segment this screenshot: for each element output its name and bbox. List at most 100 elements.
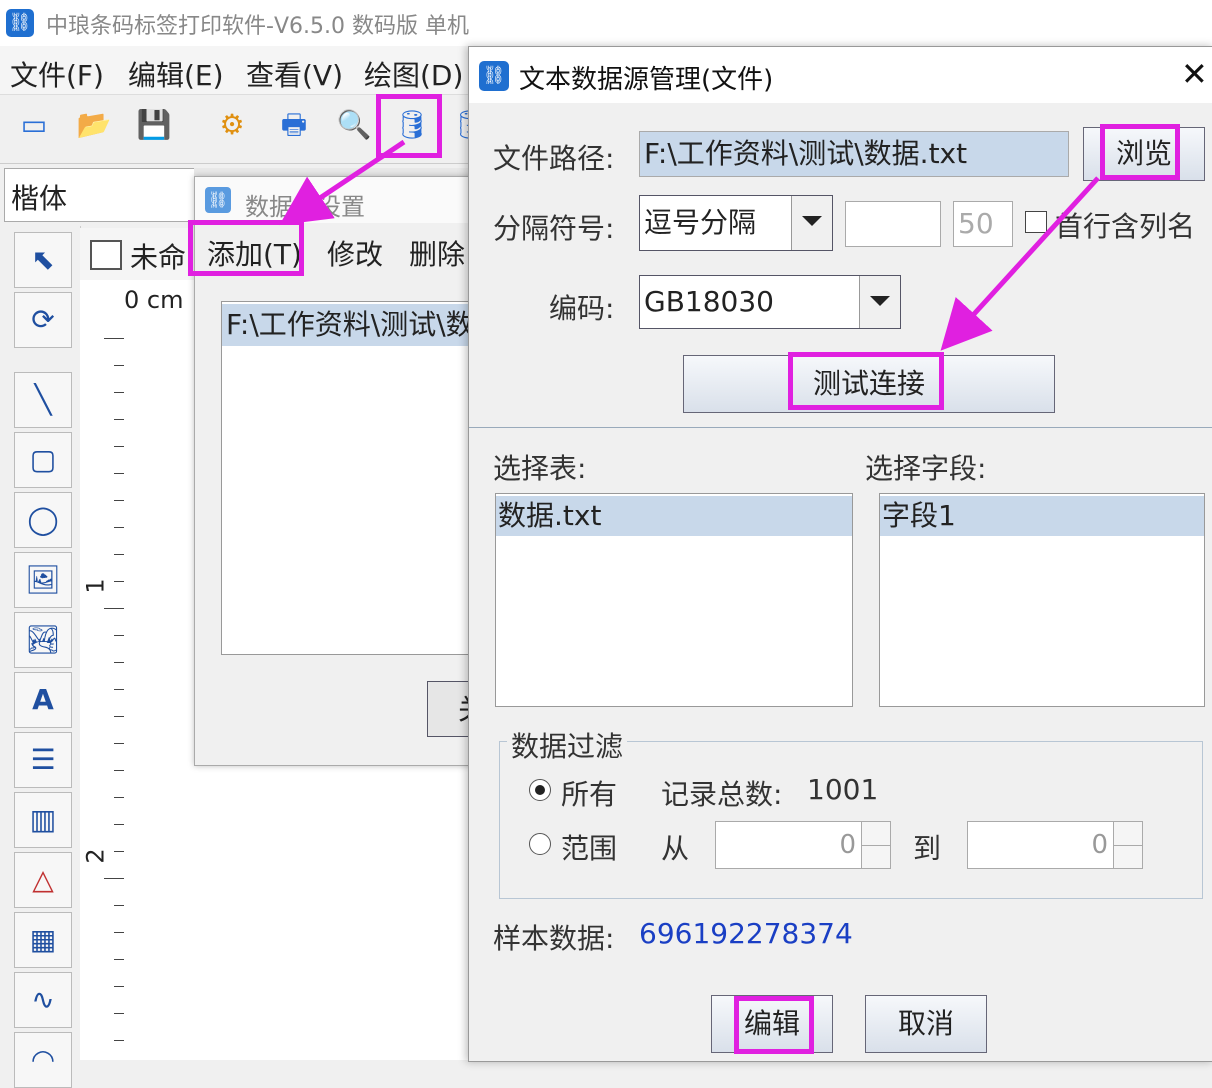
ruler-tick xyxy=(114,797,124,798)
ruler-left: 1 2 xyxy=(80,328,125,1060)
field-list-item[interactable]: 字段1 xyxy=(880,496,1204,536)
file-path-label: 文件路径: xyxy=(493,142,615,175)
filter-range-radio[interactable] xyxy=(529,833,551,855)
record-total-value: 1001 xyxy=(807,773,879,806)
encoding-label: 编码: xyxy=(549,292,615,325)
more-tool-icon[interactable]: ◠ xyxy=(14,1032,72,1088)
from-label: 从 xyxy=(661,832,690,865)
ruler-tick xyxy=(114,1013,124,1014)
new-icon[interactable]: ▭ xyxy=(16,107,52,143)
menu-edit[interactable]: 编辑(E) xyxy=(128,54,224,94)
separator-value: 逗号分隔 xyxy=(644,206,757,239)
ruler-tick xyxy=(114,743,124,744)
menu-draw[interactable]: 绘图(D) xyxy=(364,54,463,94)
database-settings-dialog: ⛓ 数据库设置 添加(T) 修改 删除 F:\工作资料\测试\数 关 xyxy=(194,176,490,766)
select-table-label: 选择表: xyxy=(493,452,587,485)
picture-tool-icon[interactable]: 🏞 xyxy=(14,612,72,668)
stepper-arrows-icon[interactable] xyxy=(1113,822,1142,868)
ruler-tick xyxy=(114,446,124,447)
app-title: 中琅条码标签打印软件-V6.5.0 数码版 单机 xyxy=(46,14,469,39)
database-settings-title: 数据库设置 xyxy=(245,193,365,221)
ruler-tick xyxy=(114,824,124,825)
menu-file[interactable]: 文件(F) xyxy=(10,54,104,94)
ruler-tick xyxy=(114,986,124,987)
add-button[interactable]: 添加(T) xyxy=(207,233,302,273)
ruler-tick xyxy=(104,878,124,879)
print-preview-icon[interactable]: 🔍 xyxy=(336,107,372,143)
line-tool-icon[interactable]: ╲ xyxy=(14,372,72,428)
close-icon[interactable]: ✕ xyxy=(1181,55,1208,93)
ruler-tick xyxy=(114,365,124,366)
database-settings-titlebar: ⛓ 数据库设置 xyxy=(195,177,485,223)
filter-range-label: 范围 xyxy=(561,832,618,865)
first-row-header-label: 首行含列名 xyxy=(1055,210,1196,243)
file-path-input[interactable]: F:\工作资料\测试\数据.txt xyxy=(639,131,1069,177)
database-icon[interactable]: 🛢 xyxy=(394,107,430,143)
ruler-tick xyxy=(114,500,124,501)
from-stepper[interactable]: 0 xyxy=(715,821,891,869)
rotate-icon[interactable]: ⟳ xyxy=(14,292,72,348)
delete-button[interactable]: 删除 xyxy=(409,233,465,273)
menu-view[interactable]: 查看(V) xyxy=(246,54,343,94)
cancel-button[interactable]: 取消 xyxy=(865,995,987,1053)
separator-custom-input[interactable] xyxy=(845,201,941,247)
gear-icon[interactable]: ⚙ xyxy=(214,107,250,143)
browse-button[interactable]: 浏览 xyxy=(1083,127,1205,181)
text-datasource-dialog: ⛓ 文本数据源管理(文件) ✕ 文件路径: F:\工作资料\测试\数据.txt … xyxy=(468,46,1212,1062)
open-folder-icon[interactable]: 📂 xyxy=(76,107,112,143)
ruler-tick xyxy=(114,581,124,582)
rectangle-tool-icon[interactable]: ▢ xyxy=(14,432,72,488)
record-total-label: 记录总数: xyxy=(661,778,783,811)
image-tool-icon[interactable]: 🖼 xyxy=(14,552,72,608)
print-icon[interactable]: 🖶 xyxy=(276,107,312,143)
curve-tool-icon[interactable]: ∿ xyxy=(14,972,72,1028)
chevron-down-icon[interactable] xyxy=(859,276,900,328)
from-value: 0 xyxy=(839,830,856,860)
first-row-header-checkbox[interactable] xyxy=(1025,211,1047,233)
separator-number-input[interactable]: 50 xyxy=(953,201,1013,247)
table-list-item[interactable]: 数据.txt xyxy=(496,496,852,536)
select-arrow-icon[interactable]: ⬉ xyxy=(14,232,72,288)
to-stepper[interactable]: 0 xyxy=(967,821,1143,869)
table-list[interactable]: 数据.txt xyxy=(495,493,853,707)
modify-button[interactable]: 修改 xyxy=(327,233,383,273)
edit-button[interactable]: 编辑 xyxy=(711,995,833,1053)
dialog-logo-icon: ⛓ xyxy=(205,187,231,213)
app-logo-icon: ⛓ xyxy=(6,9,34,37)
ruler-tick xyxy=(114,716,124,717)
save-icon[interactable]: 💾 xyxy=(136,107,172,143)
text-tool-icon[interactable]: A xyxy=(14,672,72,728)
ruler-tick xyxy=(114,1040,124,1041)
ruler-tick xyxy=(114,770,124,771)
rich-text-tool-icon[interactable]: ☰ xyxy=(14,732,72,788)
test-connection-button[interactable]: 测试连接 xyxy=(683,355,1055,413)
encoding-select[interactable]: GB18030 xyxy=(639,275,901,329)
datasource-list-item[interactable]: F:\工作资料\测试\数 xyxy=(222,304,490,346)
field-list[interactable]: 字段1 xyxy=(879,493,1205,707)
qrcode-tool-icon[interactable]: ▦ xyxy=(14,912,72,968)
sample-data-value: 696192278374 xyxy=(639,917,853,950)
to-label: 到 xyxy=(913,832,942,865)
font-select[interactable]: 楷体 xyxy=(4,168,196,222)
separator-select[interactable]: 逗号分隔 xyxy=(639,195,833,251)
menu-bar: 文件(F) 编辑(E) 查看(V) 绘图(D) xyxy=(0,46,480,94)
ruler-mark-2: 2 xyxy=(81,848,110,864)
document-icon xyxy=(90,240,122,270)
chevron-down-icon[interactable] xyxy=(791,196,832,250)
barcode-tool-icon[interactable]: ▥ xyxy=(14,792,72,848)
ruler-tick xyxy=(114,905,124,906)
datasource-list[interactable]: F:\工作资料\测试\数 xyxy=(221,301,490,655)
ruler-tick xyxy=(114,932,124,933)
ruler-mark-1: 1 xyxy=(81,578,110,594)
tool-palette: ⬉ ⟳ ╲ ▢ ◯ 🖼 🏞 A ☰ ▥ △ ▦ ∿ ◠ xyxy=(0,226,81,1088)
data-filter-title: 数据过滤 xyxy=(507,725,628,765)
stepper-arrows-icon[interactable] xyxy=(861,822,890,868)
divider xyxy=(469,427,1212,428)
filter-all-radio[interactable] xyxy=(529,779,551,801)
shape-tool-icon[interactable]: △ xyxy=(14,852,72,908)
separator-label: 分隔符号: xyxy=(493,212,615,245)
font-name: 楷体 xyxy=(11,182,68,215)
ellipse-tool-icon[interactable]: ◯ xyxy=(14,492,72,548)
ruler-tick xyxy=(114,662,124,663)
ruler-tick xyxy=(114,473,124,474)
